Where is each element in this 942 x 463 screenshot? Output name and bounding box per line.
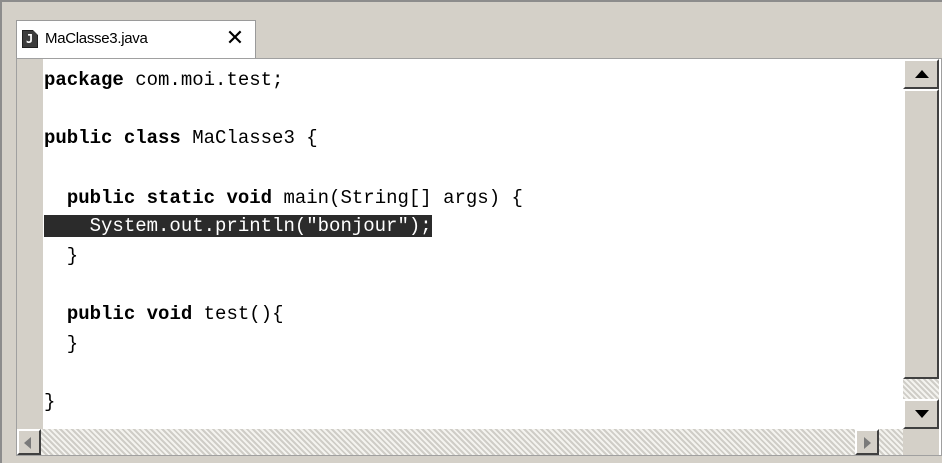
code-line[interactable]: package com.moi.test; xyxy=(44,65,283,95)
scrollbar-corner xyxy=(903,429,939,455)
code-area[interactable]: package com.moi.test; public class MaClas… xyxy=(44,59,904,429)
code-keyword: public xyxy=(66,187,136,209)
code-token: com.moi.test; xyxy=(123,69,284,91)
code-token: } xyxy=(44,333,79,355)
editor-window: J MaClasse3.java ✕ package com.moi.test;… xyxy=(0,0,942,463)
code-line[interactable]: } xyxy=(44,387,55,417)
scroll-right-button[interactable] xyxy=(855,429,879,455)
code-line[interactable]: System.out.println("bonjour"); xyxy=(44,211,432,241)
java-file-icon: J xyxy=(22,30,38,48)
code-editor[interactable]: package com.moi.test; public class MaClas… xyxy=(16,58,942,456)
arrow-down-icon xyxy=(915,410,929,418)
code-token: System.out.println("bonjour"); xyxy=(44,215,432,237)
vertical-scroll-track[interactable] xyxy=(903,379,939,399)
code-token: } xyxy=(44,391,56,413)
horizontal-scrollbar[interactable] xyxy=(17,429,903,455)
code-keyword: void xyxy=(226,187,273,209)
code-line[interactable]: public void test(){ xyxy=(44,299,284,329)
close-icon[interactable]: ✕ xyxy=(223,25,247,53)
code-keyword: class xyxy=(123,127,181,149)
arrow-up-icon xyxy=(915,70,929,78)
scroll-left-button[interactable] xyxy=(17,429,41,455)
editor-ruler xyxy=(17,59,43,429)
code-line[interactable]: } xyxy=(44,241,78,271)
code-keyword: void xyxy=(146,303,193,325)
code-line[interactable]: public static void main(String[] args) { xyxy=(44,183,523,213)
tab-strip: J MaClasse3.java ✕ xyxy=(16,20,942,58)
tab-maclasse3-java[interactable]: J MaClasse3.java ✕ xyxy=(16,20,256,58)
code-token: } xyxy=(44,245,79,267)
vertical-scrollbar[interactable] xyxy=(903,59,939,429)
code-token: MaClasse3 { xyxy=(180,127,318,149)
arrow-left-icon xyxy=(24,437,31,449)
tab-title: MaClasse3.java xyxy=(45,30,148,47)
arrow-right-icon xyxy=(864,437,871,449)
vertical-scroll-thumb[interactable] xyxy=(903,89,939,379)
code-keyword: public xyxy=(66,303,136,325)
scroll-up-button[interactable] xyxy=(903,59,939,89)
scroll-down-button[interactable] xyxy=(903,399,939,429)
code-token: test(){ xyxy=(192,303,284,325)
code-keyword: package xyxy=(44,69,124,91)
code-keyword: static xyxy=(146,187,216,209)
code-line[interactable]: } xyxy=(44,329,78,359)
code-keyword: public xyxy=(44,127,113,149)
code-line[interactable]: public class MaClasse3 { xyxy=(44,123,318,153)
code-token: main(String[] args) { xyxy=(272,187,523,209)
